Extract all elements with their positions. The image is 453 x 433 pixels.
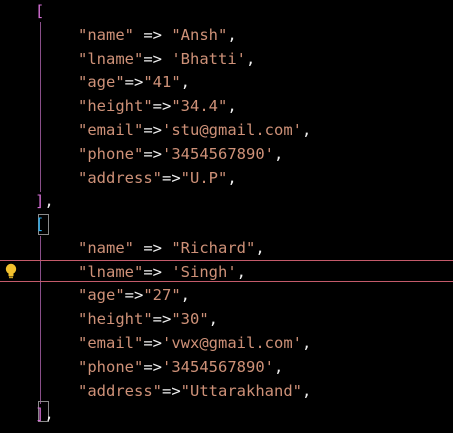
key-value-line: "height"=>"34.4", xyxy=(0,95,453,118)
value-string: "27" xyxy=(143,286,181,305)
arrow-operator: => xyxy=(143,334,162,352)
comma: , xyxy=(44,192,54,211)
value-string: 'Singh' xyxy=(171,262,237,281)
key-value-line: "age"=>"27", xyxy=(0,284,453,307)
array-close-line: ], xyxy=(0,190,453,213)
value-string: "Ansh" xyxy=(171,25,228,44)
key-value-line: "email"=>'vwx@gmail.com', xyxy=(0,332,453,355)
key-value-line: "name" => "Ansh", xyxy=(0,24,453,47)
value-string: "41" xyxy=(143,73,181,92)
key-string: "height" xyxy=(78,97,153,116)
value-string: 'vwx@gmail.com' xyxy=(162,334,302,352)
key-value-line: "phone"=>'3454567890', xyxy=(0,143,453,166)
arrow-operator: => xyxy=(143,357,162,376)
comma: , xyxy=(227,97,237,116)
key-value-line: "age"=>"41", xyxy=(0,71,453,94)
comma: , xyxy=(301,121,312,139)
comma: , xyxy=(245,49,256,68)
arrow-operator: => xyxy=(124,286,144,305)
comma: , xyxy=(180,286,191,305)
comma: , xyxy=(208,310,218,329)
value-string: 'stu@gmail.com' xyxy=(162,121,302,139)
comma: , xyxy=(302,381,312,400)
key-string: "email" xyxy=(78,121,144,139)
value-string: "34.4" xyxy=(171,97,228,116)
arrow-operator: => xyxy=(152,310,172,329)
array-close-line: ], xyxy=(0,403,453,426)
comma: , xyxy=(236,262,246,281)
key-string: "height" xyxy=(78,310,153,329)
comma: , xyxy=(273,144,284,163)
key-value-line: "email"=>'stu@gmail.com', xyxy=(0,119,453,142)
value-string: "Uttarakhand" xyxy=(180,381,302,400)
close-bracket: ] xyxy=(35,405,45,424)
close-bracket: ] xyxy=(35,192,45,211)
key-string: "email" xyxy=(78,334,144,352)
code-editor[interactable]: ["name" => "Ansh", "lname"=> 'Bhatti', "ag… xyxy=(0,0,453,433)
key-string: "age" xyxy=(78,73,125,92)
key-string: "lname" xyxy=(78,49,144,68)
arrow-operator: => xyxy=(124,73,144,92)
arrow-operator: => xyxy=(143,262,172,281)
arrow-operator: => xyxy=(162,168,181,187)
key-string: "age" xyxy=(78,286,125,305)
comma: , xyxy=(227,168,237,187)
value-string: '3454567890' xyxy=(162,144,274,163)
key-string: "address" xyxy=(78,381,162,400)
comma: , xyxy=(273,357,284,376)
comma: , xyxy=(255,238,265,257)
value-string: "U.P" xyxy=(180,168,228,187)
arrow-operator: => xyxy=(134,25,172,44)
arrow-operator: => xyxy=(134,238,172,257)
value-string: 'Bhatti' xyxy=(171,49,246,68)
key-string: "lname" xyxy=(78,262,144,281)
comma: , xyxy=(44,405,54,424)
comma: , xyxy=(227,25,237,44)
arrow-operator: => xyxy=(162,381,181,400)
key-value-line: "address"=>"U.P", xyxy=(0,167,453,190)
open-bracket: [ xyxy=(35,2,45,20)
value-string: "Richard" xyxy=(171,238,256,257)
arrow-operator: => xyxy=(143,144,162,163)
key-string: "name" xyxy=(78,238,134,257)
key-value-line: "address"=>"Uttarakhand", xyxy=(0,380,453,403)
arrow-operator: => xyxy=(152,97,172,116)
value-string: "30" xyxy=(171,310,209,329)
key-string: "phone" xyxy=(78,357,144,376)
key-value-line: "phone"=>'3454567890', xyxy=(0,356,453,379)
comma: , xyxy=(301,334,312,352)
open-bracket: [ xyxy=(35,215,45,233)
arrow-operator: => xyxy=(143,49,172,68)
key-string: "address" xyxy=(78,168,162,187)
key-value-line: "lname"=> 'Bhatti', xyxy=(0,48,453,71)
key-value-line: "name" => "Richard", xyxy=(0,237,453,260)
arrow-operator: => xyxy=(143,121,162,139)
comma: , xyxy=(180,73,191,92)
key-value-line: "height"=>"30", xyxy=(0,308,453,331)
key-string: "phone" xyxy=(78,144,144,163)
value-string: '3454567890' xyxy=(162,357,274,376)
array-open-line: [ xyxy=(0,213,453,236)
key-value-line: "lname"=> 'Singh', xyxy=(0,261,453,284)
key-string: "name" xyxy=(78,25,134,44)
array-open-line: [ xyxy=(0,0,453,23)
